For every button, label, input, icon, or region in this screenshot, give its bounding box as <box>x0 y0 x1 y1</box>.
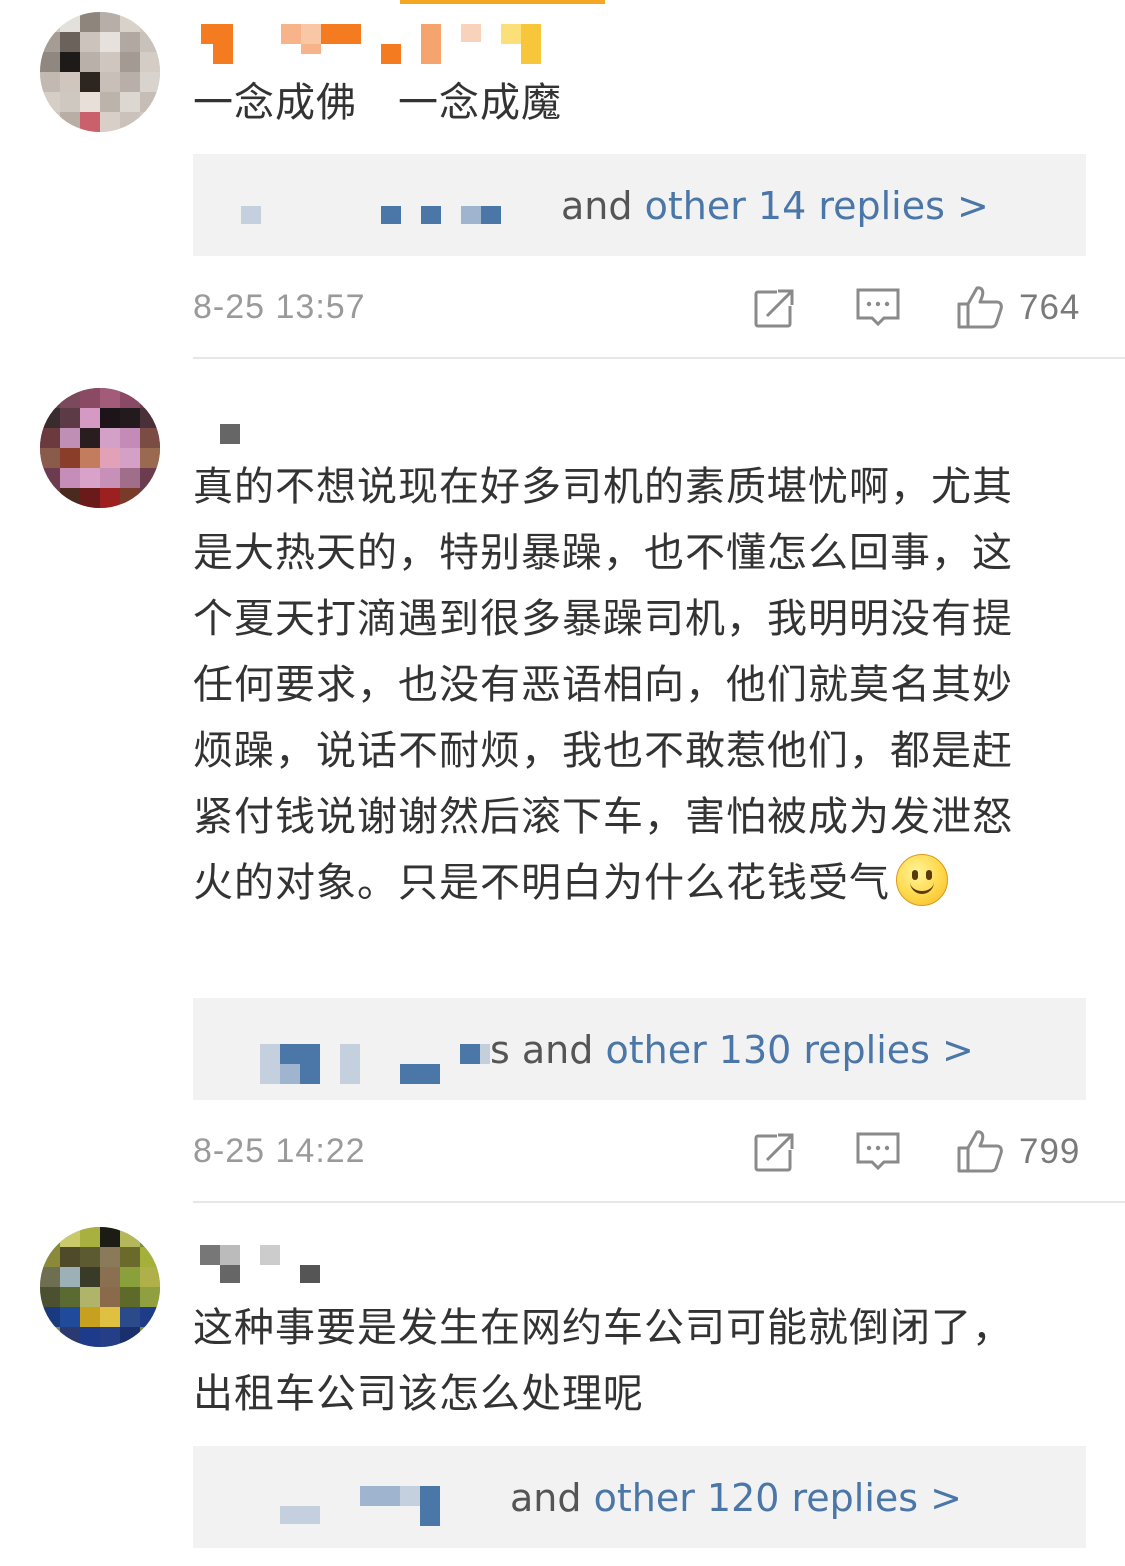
replies-prefix: and <box>561 184 633 228</box>
comment-meta: 8-25 14:22 799 <box>193 1128 1086 1178</box>
more-replies-link[interactable]: and other 120 replies > <box>510 1476 962 1520</box>
comment-item: 这种事要是发生在网约车公司可能就倒闭了，出租车公司该怎么处理呢 and othe… <box>0 1205 1125 1566</box>
thumbs-up-icon[interactable] <box>955 1128 1005 1174</box>
avatar-mosaic <box>40 388 160 508</box>
replies-preview[interactable]: s and other 130 replies > <box>193 998 1086 1100</box>
avatar[interactable] <box>40 1227 160 1347</box>
thumbs-up-icon[interactable] <box>955 284 1005 330</box>
replies-preview[interactable]: and other 120 replies > <box>193 1446 1086 1548</box>
comment-icon[interactable] <box>853 284 903 330</box>
replies-count-link[interactable]: other 130 replies > <box>605 1028 973 1072</box>
more-replies-link[interactable]: s and other 130 replies > <box>490 1028 974 1072</box>
replies-prefix: s and <box>490 1028 594 1072</box>
comment-item: 一念成佛 一念成魔 and other 14 replies > 8-25 13… <box>0 0 1125 360</box>
replies-count-link[interactable]: other 120 replies > <box>594 1476 962 1520</box>
replies-preview[interactable]: and other 14 replies > <box>193 154 1086 256</box>
like-count: 764 <box>1019 288 1081 327</box>
more-replies-link[interactable]: and other 14 replies > <box>561 184 989 228</box>
avatar[interactable] <box>40 12 160 132</box>
share-icon[interactable] <box>751 284 801 330</box>
avatar[interactable] <box>40 388 160 508</box>
replies-count-link[interactable]: other 14 replies > <box>645 184 989 228</box>
avatar-mosaic <box>40 1227 160 1347</box>
timestamp: 8-25 14:22 <box>193 1132 366 1170</box>
avatar-mosaic <box>40 12 160 132</box>
username-redacted[interactable] <box>193 22 543 64</box>
like-count: 799 <box>1019 1132 1081 1171</box>
comment-text: 一念成佛 一念成魔 <box>193 80 562 126</box>
smile-emoji <box>896 854 948 906</box>
username-redacted[interactable] <box>193 1245 343 1285</box>
comment-item: 真的不想说现在好多司机的素质堪忧啊，尤其是大热天的，特别暴躁，也不懂怎么回事，这… <box>0 360 1125 1205</box>
comment-text: 真的不想说现在好多司机的素质堪忧啊，尤其是大热天的，特别暴躁，也不懂怎么回事，这… <box>193 454 1053 916</box>
comment-text: 这种事要是发生在网约车公司可能就倒闭了，出租车公司该怎么处理呢 <box>193 1305 1013 1417</box>
comment-meta: 8-25 13:57 764 <box>193 284 1086 334</box>
timestamp: 8-25 13:57 <box>193 288 366 326</box>
comment-divider <box>193 357 1125 359</box>
comment-icon[interactable] <box>853 1128 903 1174</box>
comment-divider <box>193 1201 1125 1203</box>
share-icon[interactable] <box>751 1128 801 1174</box>
replies-prefix: and <box>510 1476 582 1520</box>
comment-text-content: 真的不想说现在好多司机的素质堪忧啊，尤其是大热天的，特别暴躁，也不懂怎么回事，这… <box>193 464 1013 906</box>
